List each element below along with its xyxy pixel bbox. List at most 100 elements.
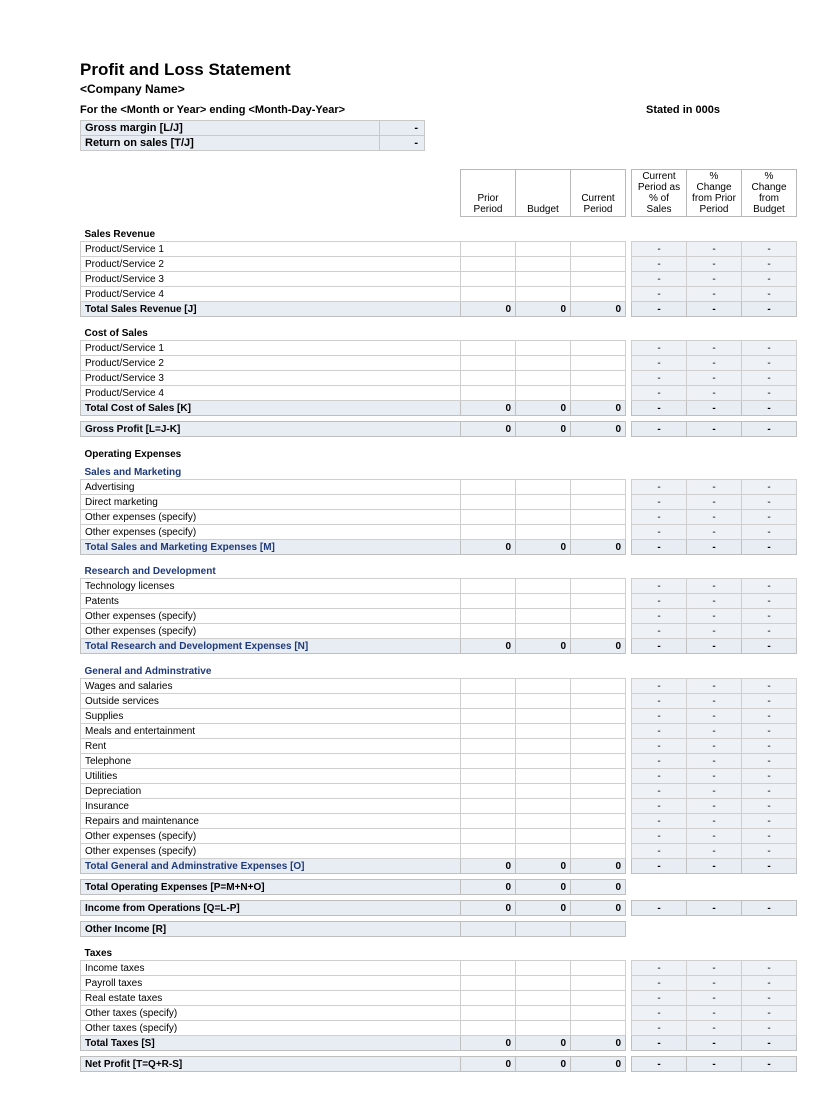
total-label: Total Research and Development Expenses … (81, 639, 461, 654)
row-label: Other expenses (specify) (81, 609, 461, 624)
cell: 0 (571, 1036, 626, 1051)
total-label: Gross Profit [L=J-K] (81, 422, 461, 437)
col-pct-sales: Current Period as % of Sales (632, 170, 687, 217)
cell: - (687, 241, 742, 256)
cell: 0 (516, 1036, 571, 1051)
cell (516, 341, 571, 356)
cell: - (687, 708, 742, 723)
cell: 0 (461, 858, 516, 873)
cell: - (742, 609, 797, 624)
section-header: Taxes (81, 942, 797, 961)
cell (516, 624, 571, 639)
cell: - (632, 422, 687, 437)
row-label: Payroll taxes (81, 976, 461, 991)
cell: - (742, 509, 797, 524)
cell (461, 624, 516, 639)
cell: - (742, 753, 797, 768)
row-label: Direct marketing (81, 494, 461, 509)
cell (461, 1021, 516, 1036)
cell: - (742, 594, 797, 609)
cell: - (687, 723, 742, 738)
cell: - (632, 843, 687, 858)
row-label: Depreciation (81, 783, 461, 798)
cell (516, 509, 571, 524)
cell: - (632, 678, 687, 693)
cell: - (687, 991, 742, 1006)
cell (461, 828, 516, 843)
cell: - (687, 524, 742, 539)
cell: - (632, 271, 687, 286)
total-label: Total Operating Expenses [P=M+N+O] (81, 879, 461, 894)
cell (571, 479, 626, 494)
cell (571, 991, 626, 1006)
cell (571, 693, 626, 708)
cell: - (687, 738, 742, 753)
row-label: Product/Service 3 (81, 271, 461, 286)
cell: 0 (461, 1057, 516, 1072)
row-label: Other taxes (specify) (81, 1006, 461, 1021)
return-on-sales-value: - (379, 136, 424, 150)
cell: - (742, 624, 797, 639)
section-header: Sales and Marketing (81, 461, 797, 480)
cell: - (742, 1021, 797, 1036)
cell (516, 371, 571, 386)
cell (571, 509, 626, 524)
cell: 0 (516, 301, 571, 316)
cell: - (687, 594, 742, 609)
cell: - (742, 341, 797, 356)
cell: - (742, 479, 797, 494)
cell: 0 (516, 879, 571, 894)
cell: - (742, 858, 797, 873)
section-header: Research and Development (81, 560, 797, 579)
cell: - (632, 768, 687, 783)
cell: - (742, 783, 797, 798)
cell: - (687, 609, 742, 624)
cell (461, 1006, 516, 1021)
cell: - (742, 539, 797, 554)
cell: - (687, 624, 742, 639)
cell (571, 1006, 626, 1021)
cell (461, 524, 516, 539)
cell: - (687, 843, 742, 858)
cell: - (742, 708, 797, 723)
cell: 0 (461, 879, 516, 894)
cell: - (742, 401, 797, 416)
cell: - (742, 1036, 797, 1051)
cell (461, 708, 516, 723)
cell (516, 783, 571, 798)
cell (516, 386, 571, 401)
cell: - (742, 422, 797, 437)
cell: - (742, 900, 797, 915)
cell (516, 961, 571, 976)
cell: 0 (461, 639, 516, 654)
cell (571, 256, 626, 271)
cell (461, 594, 516, 609)
row-label: Product/Service 3 (81, 371, 461, 386)
col-current: Current Period (571, 170, 626, 217)
cell (461, 798, 516, 813)
row-label: Technology licenses (81, 579, 461, 594)
cell (516, 1021, 571, 1036)
cell (461, 356, 516, 371)
cell: - (687, 509, 742, 524)
cell (516, 693, 571, 708)
cell (461, 678, 516, 693)
cell: - (632, 991, 687, 1006)
row-label: Meals and entertainment (81, 723, 461, 738)
cell (571, 341, 626, 356)
cell (461, 976, 516, 991)
cell: - (742, 991, 797, 1006)
cell: - (742, 256, 797, 271)
cell: - (632, 1057, 687, 1072)
cell (571, 753, 626, 768)
cell (571, 843, 626, 858)
cell (516, 524, 571, 539)
row-label: Outside services (81, 693, 461, 708)
cell (516, 479, 571, 494)
cell: - (742, 768, 797, 783)
row-label: Product/Service 4 (81, 286, 461, 301)
cell: 0 (571, 879, 626, 894)
cell: - (687, 579, 742, 594)
cell: - (742, 693, 797, 708)
row-label: Product/Service 4 (81, 386, 461, 401)
